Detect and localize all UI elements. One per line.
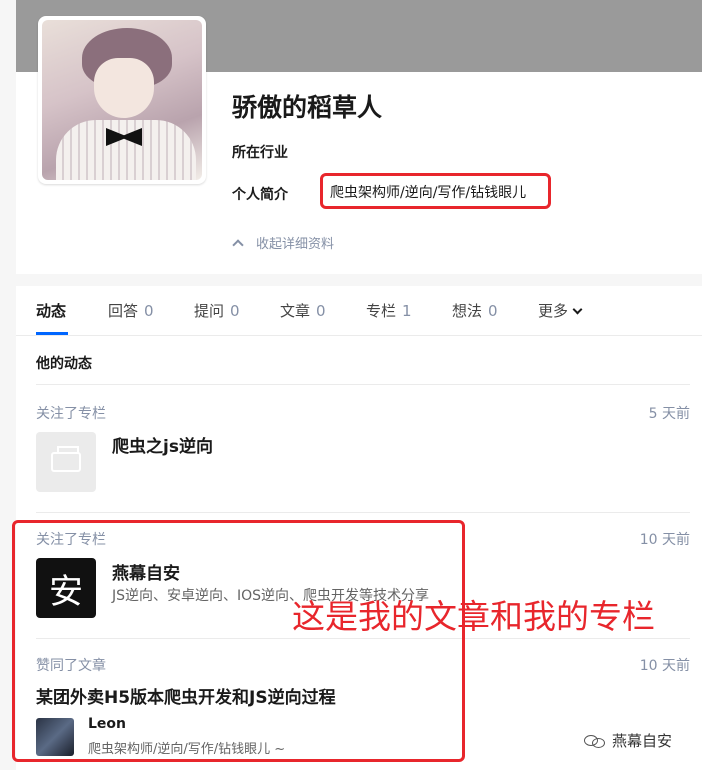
- tab-count: 0: [316, 302, 326, 320]
- column-thumbnail[interactable]: [36, 432, 96, 492]
- tab-count: 1: [402, 302, 412, 320]
- wechat-icon: [584, 733, 606, 749]
- annotation-highlight-box: [12, 520, 465, 762]
- tab-thoughts[interactable]: 想法 0: [452, 300, 498, 321]
- feed-time: 5 天前: [648, 406, 690, 422]
- tab-count: 0: [144, 302, 154, 320]
- column-title[interactable]: 爬虫之js逆向: [112, 432, 213, 457]
- feed-time: 10 天前: [639, 532, 690, 548]
- divider: [36, 384, 690, 385]
- tab-columns[interactable]: 专栏 1: [366, 300, 412, 321]
- collapse-details-button[interactable]: 收起详细资料: [232, 233, 335, 252]
- profile-card: 骄傲的稻草人 所在行业 个人简介 爬虫架构师/逆向/写作/钻钱眼儿 收起详细资料: [16, 0, 702, 274]
- tab-more[interactable]: 更多: [538, 300, 583, 321]
- typewriter-icon: [51, 446, 81, 472]
- active-tab-indicator: [36, 332, 68, 335]
- collapse-label: 收起详细资料: [256, 237, 335, 252]
- avatar-image: [42, 20, 202, 180]
- bio-label: 个人简介: [232, 187, 288, 203]
- watermark: 燕幕自安: [584, 730, 672, 751]
- tab-articles[interactable]: 文章 0: [280, 300, 326, 321]
- tab-count: 0: [488, 302, 498, 320]
- tab-count: 0: [230, 302, 240, 320]
- bio-value: 爬虫架构师/逆向/写作/钻钱眼儿: [330, 185, 527, 201]
- section-title: 他的动态: [36, 356, 92, 372]
- tab-questions[interactable]: 提问 0: [194, 300, 240, 321]
- feed-time: 10 天前: [639, 658, 690, 674]
- tab-answers[interactable]: 回答 0: [108, 300, 154, 321]
- watermark-text: 燕幕自安: [612, 732, 673, 750]
- divider: [36, 512, 690, 513]
- chevron-down-icon: [572, 304, 583, 315]
- annotation-text: 这是我的文章和我的专栏: [292, 597, 655, 636]
- tab-activity[interactable]: 动态: [36, 300, 66, 321]
- industry-label: 所在行业: [232, 145, 288, 161]
- profile-tabs: 动态 回答 0 提问 0 文章 0 专栏 1 想法 0 更多: [16, 286, 702, 336]
- avatar[interactable]: [38, 16, 206, 184]
- profile-name: 骄傲的稻草人: [232, 93, 383, 122]
- feed-action: 关注了专栏: [36, 406, 106, 422]
- chevron-up-icon: [232, 238, 244, 251]
